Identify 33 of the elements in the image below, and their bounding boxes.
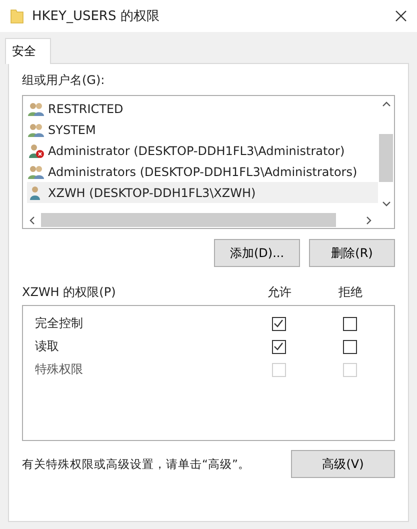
user-list-item[interactable]: SYSTEM xyxy=(27,119,378,140)
user-error-icon xyxy=(27,142,45,158)
advanced-button[interactable]: 高级(V) xyxy=(291,450,395,478)
deny-checkbox[interactable] xyxy=(342,316,356,330)
permission-name: 完全控制 xyxy=(35,315,84,332)
user-list-item[interactable]: XZWH (DESKTOP-DDH1FL3\XZWH) xyxy=(27,182,378,203)
group-icon xyxy=(27,164,45,180)
column-header: 允许 xyxy=(266,284,292,301)
scroll-left-icon[interactable] xyxy=(29,216,35,224)
user-list-item[interactable]: Administrator (DESKTOP-DDH1FL3\Administrator) xyxy=(27,140,378,161)
advanced-note: 有关特殊权限或高级设置，请单击“高级”。 xyxy=(22,456,250,472)
allow-checkbox[interactable] xyxy=(272,316,286,330)
user-list[interactable]: RESTRICTED SYSTEM Administrator (DESKTOP-DDH1FL3\Administrator) Administrators (DESKTOP-DDH1FL3\Administrators) XZWH (DESKTOP-DDH1FL3\XZWH) xyxy=(22,95,395,229)
dialog-button[interactable]: 删除(R) xyxy=(309,239,395,267)
scroll-down-icon[interactable] xyxy=(382,201,390,207)
scroll-right-icon[interactable] xyxy=(366,216,372,224)
permission-name: 读取 xyxy=(35,338,60,355)
group-icon xyxy=(27,122,45,138)
allow-checkbox[interactable] xyxy=(272,340,286,354)
folder-icon xyxy=(10,8,24,24)
user-list-item[interactable]: Administrators (DESKTOP-DDH1FL3\Administrators) xyxy=(27,161,378,182)
permissions-label: XZWH 的权限(P) xyxy=(22,284,117,301)
dialog-button[interactable]: 添加(D)... xyxy=(214,239,300,267)
permission-name: 特殊权限 xyxy=(35,361,84,378)
scroll-up-icon[interactable] xyxy=(382,101,390,107)
close-icon[interactable] xyxy=(395,10,407,22)
users-label: 组或用户名(G): xyxy=(22,72,106,89)
window-title: HKEY_USERS 的权限 xyxy=(32,8,160,25)
group-icon xyxy=(27,100,45,116)
tab[interactable]: 安全 xyxy=(5,38,51,64)
user-list-item[interactable]: RESTRICTED xyxy=(27,98,378,119)
deny-checkbox[interactable] xyxy=(342,340,356,354)
column-header: 拒绝 xyxy=(338,284,364,301)
